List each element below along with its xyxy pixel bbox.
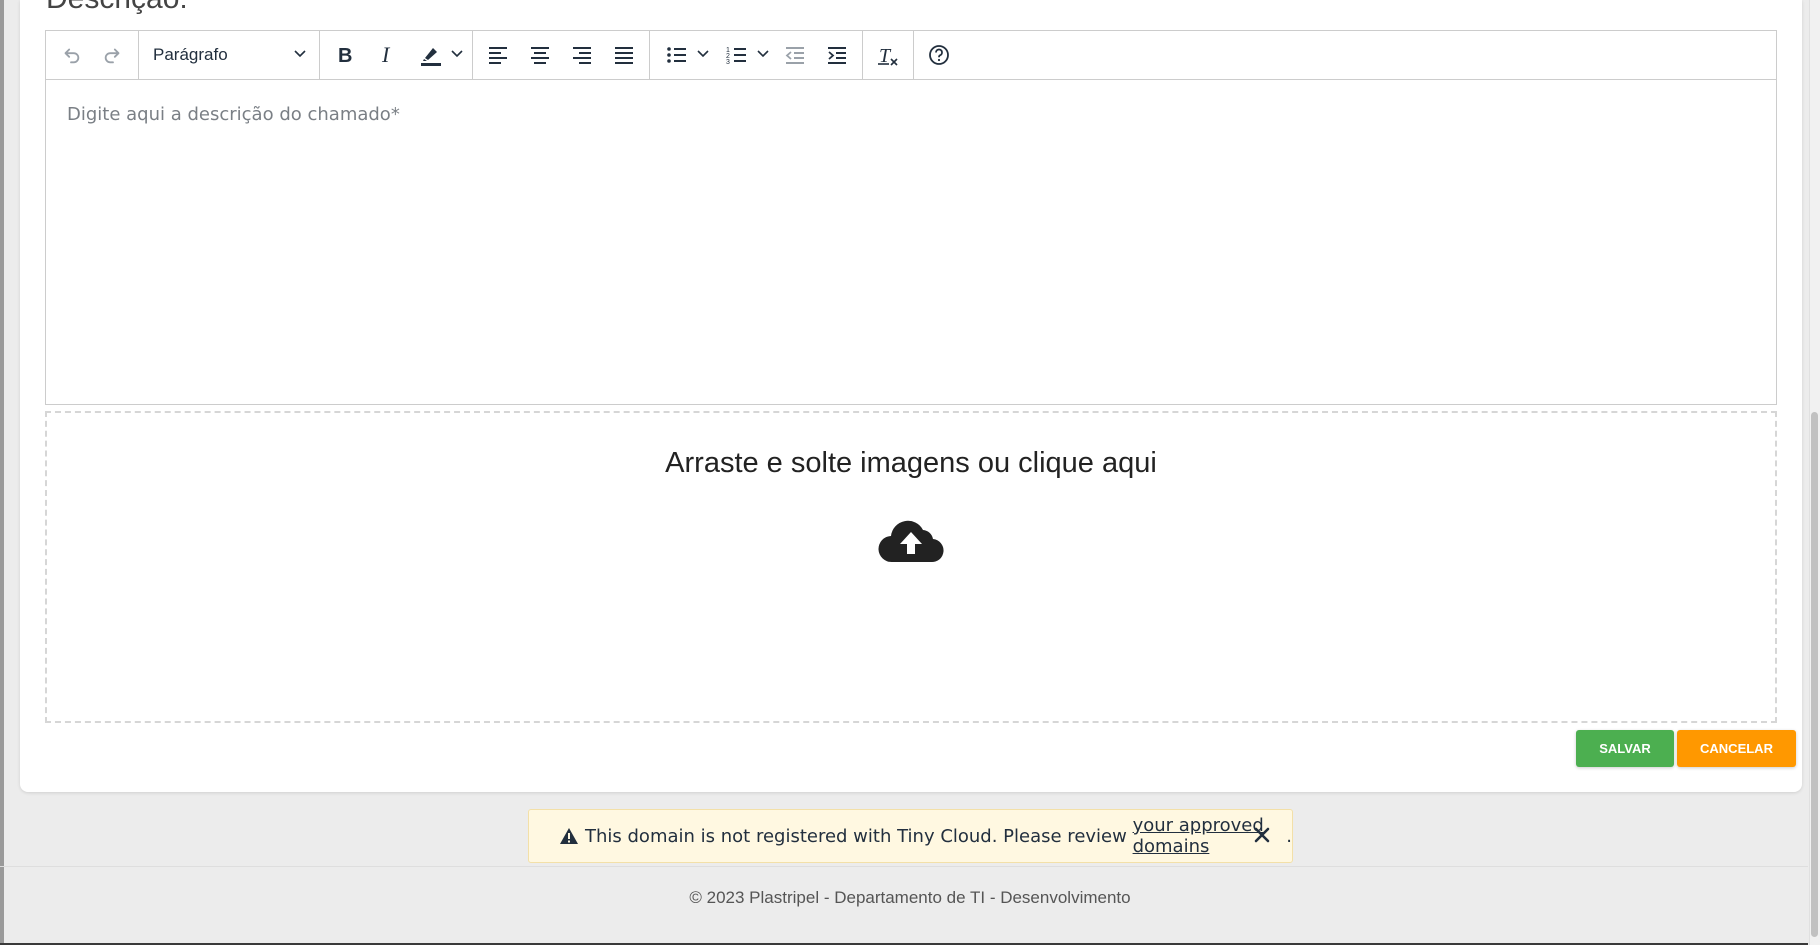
vertical-scrollbar[interactable] xyxy=(1809,0,1820,945)
align-center-button[interactable] xyxy=(523,37,557,73)
text-style-group: B I xyxy=(320,31,473,79)
bold-button[interactable]: B xyxy=(328,37,362,73)
outdent-button[interactable] xyxy=(778,37,812,73)
chevron-down-icon xyxy=(450,46,464,65)
svg-text:B: B xyxy=(338,45,352,66)
outdent-icon xyxy=(784,45,806,65)
align-justify-button[interactable] xyxy=(607,37,641,73)
numbered-list-dropdown[interactable] xyxy=(754,37,772,73)
align-right-button[interactable] xyxy=(565,37,599,73)
redo-icon xyxy=(102,44,124,66)
warning-icon xyxy=(559,827,579,845)
rich-text-editor: Parágrafo B I 1 2 3 T Digite aqui a desc… xyxy=(45,30,1777,405)
help-button[interactable] xyxy=(922,37,956,73)
clear-format-group: T xyxy=(863,31,914,79)
footer-divider xyxy=(0,866,1808,867)
list-group: 123 xyxy=(650,31,863,79)
italic-icon: I xyxy=(377,44,397,66)
save-button[interactable]: SALVAR xyxy=(1576,730,1674,767)
highlight-color-icon xyxy=(419,43,443,67)
chevron-down-icon xyxy=(756,46,770,65)
cloud-upload-icon xyxy=(878,518,944,569)
align-left-icon xyxy=(487,45,509,65)
align-right-icon xyxy=(571,45,593,65)
chevron-down-icon xyxy=(696,46,710,65)
numbered-list-button[interactable]: 123 xyxy=(720,37,754,73)
clear-formatting-button[interactable]: T xyxy=(871,37,905,73)
alignment-group xyxy=(473,31,650,79)
help-group xyxy=(914,31,964,79)
tiny-cloud-domain-notice: This domain is not registered with Tiny … xyxy=(528,809,1293,863)
svg-text:3: 3 xyxy=(726,59,730,65)
notice-text: This domain is not registered with Tiny … xyxy=(585,825,1133,847)
indent-icon xyxy=(826,45,848,65)
clear-formatting-icon: T xyxy=(876,43,900,67)
highlight-button[interactable] xyxy=(414,37,448,73)
redo-button[interactable] xyxy=(96,37,130,73)
undo-icon xyxy=(60,44,82,66)
bullet-list-icon xyxy=(666,45,688,65)
scrollbar-thumb[interactable] xyxy=(1811,412,1818,937)
bullet-list-dropdown[interactable] xyxy=(694,37,712,73)
close-icon[interactable] xyxy=(1252,825,1272,845)
undo-button[interactable] xyxy=(54,37,88,73)
help-icon xyxy=(928,44,950,66)
numbered-list-icon: 123 xyxy=(726,45,748,65)
chevron-down-icon xyxy=(293,45,307,65)
notice-text-end: . xyxy=(1286,825,1292,847)
dropzone-text: Arraste e solte imagens ou clique aqui xyxy=(665,447,1157,479)
editor-content-area[interactable]: Digite aqui a descrição do chamado* xyxy=(46,80,1776,405)
highlight-split-button xyxy=(410,37,466,73)
block-format-group: Parágrafo xyxy=(139,31,320,79)
form-card: Descrição: Parágrafo xyxy=(20,0,1802,792)
block-format-value: Parágrafo xyxy=(153,45,228,64)
indent-button[interactable] xyxy=(820,37,854,73)
bold-icon: B xyxy=(335,44,355,66)
bullet-list-button[interactable] xyxy=(660,37,694,73)
bullet-list-split-button xyxy=(656,37,712,73)
history-group xyxy=(46,31,139,79)
highlight-dropdown[interactable] xyxy=(448,37,466,73)
footer-copyright: © 2023 Plastripel - Departamento de TI -… xyxy=(689,888,1131,907)
svg-text:I: I xyxy=(381,44,391,66)
align-justify-icon xyxy=(613,45,635,65)
cancel-button[interactable]: CANCELAR xyxy=(1677,730,1796,767)
editor-toolbar: Parágrafo B I 1 2 3 T xyxy=(46,31,1776,80)
image-dropzone[interactable]: Arraste e solte imagens ou clique aqui xyxy=(45,411,1777,723)
block-format-select[interactable]: Parágrafo xyxy=(143,37,315,73)
align-center-icon xyxy=(529,45,551,65)
editor-placeholder: Digite aqui a descrição do chamado* xyxy=(67,104,400,125)
description-label: Descrição: xyxy=(46,0,188,16)
align-left-button[interactable] xyxy=(481,37,515,73)
numbered-list-split-button: 123 xyxy=(716,37,772,73)
italic-button[interactable]: I xyxy=(370,37,404,73)
window-edge xyxy=(0,0,4,945)
